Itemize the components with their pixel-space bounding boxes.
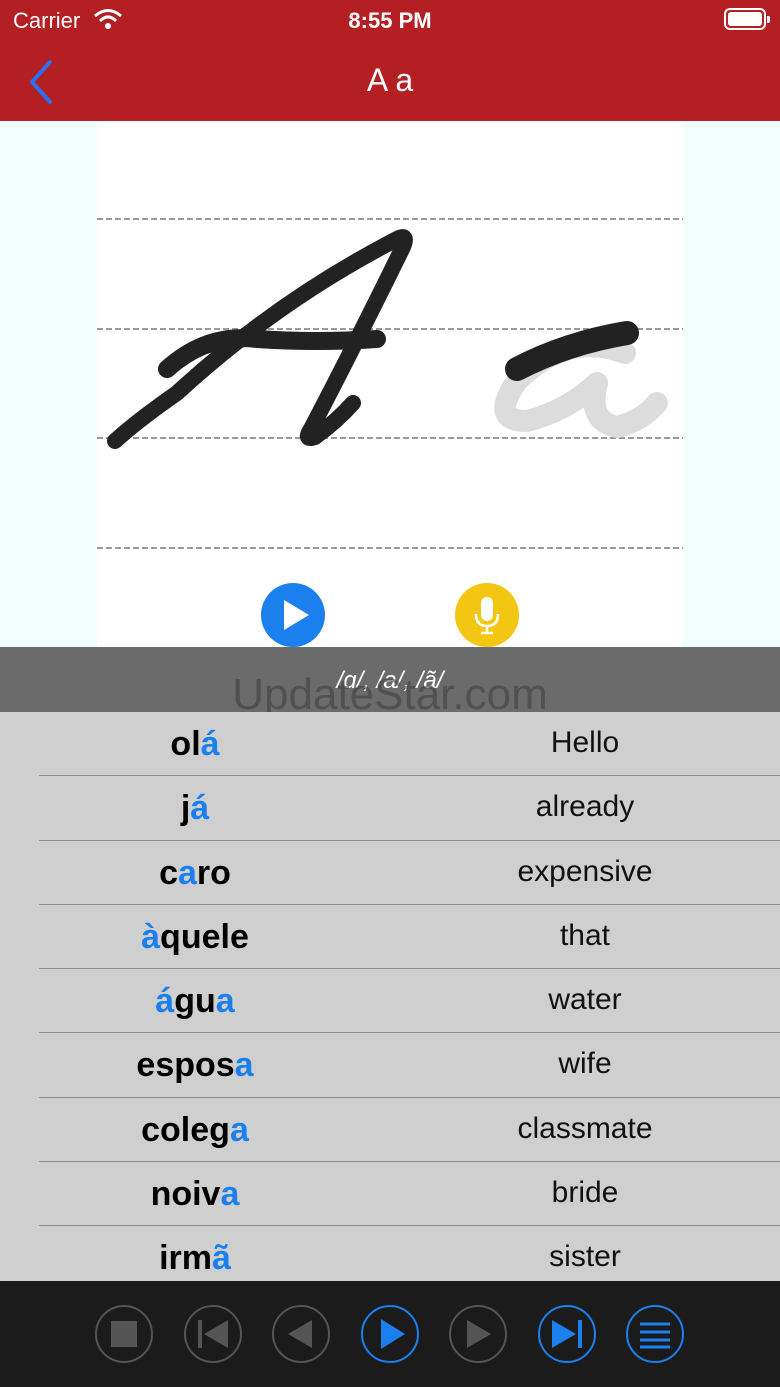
list-item[interactable]: noiva bride: [0, 1162, 780, 1227]
playback-toolbar: [0, 1281, 780, 1387]
phonetic-text: /ɑ/, /a/, /ã/: [336, 667, 444, 694]
nav-bar: A a: [0, 50, 780, 110]
rewind-icon: [288, 1320, 312, 1348]
word: colega: [141, 1110, 249, 1149]
list-item[interactable]: irmã sister: [0, 1226, 780, 1281]
header: Carrier 8:55 PM A a: [0, 0, 780, 121]
cursive-small-a-icon: [494, 321, 668, 438]
translation: wife: [558, 1047, 612, 1081]
playlist-button[interactable]: [626, 1305, 684, 1363]
list-item[interactable]: caro expensive: [0, 841, 780, 906]
word: olá: [170, 725, 220, 763]
cursive-capital-a-icon: [107, 229, 413, 449]
translation: Hello: [550, 726, 620, 759]
word: àquele: [141, 917, 249, 956]
translation: bride: [551, 1176, 619, 1210]
microphone-icon: [474, 597, 500, 635]
list-icon: [640, 1322, 670, 1349]
skip-forward-button[interactable]: [538, 1305, 596, 1363]
play-icon: [284, 600, 309, 630]
word-list: olá Hello já already caro expensive àque…: [0, 712, 780, 1281]
translation: sister: [549, 1240, 621, 1274]
phonetic-bar: /ɑ/, /a/, /ã/: [0, 647, 780, 712]
status-bar: Carrier 8:55 PM: [0, 0, 780, 40]
skip-forward-icon: [552, 1320, 582, 1348]
translation: that: [559, 918, 611, 952]
word: já: [180, 789, 210, 828]
play-toolbar-button[interactable]: [361, 1305, 419, 1363]
fast-forward-icon: [467, 1320, 491, 1348]
fast-forward-button[interactable]: [449, 1305, 507, 1363]
list-item[interactable]: já already: [0, 776, 780, 841]
clock: 8:55 PM: [348, 8, 432, 33]
page-title: A a: [366, 62, 414, 98]
list-item[interactable]: esposa wife: [0, 1033, 780, 1099]
rewind-button[interactable]: [272, 1305, 330, 1363]
skip-back-icon: [198, 1320, 228, 1348]
word: noiva: [150, 1175, 240, 1214]
translation: expensive: [517, 854, 653, 888]
translation: water: [548, 983, 622, 1017]
list-item[interactable]: colega classmate: [0, 1098, 780, 1163]
stop-button[interactable]: [95, 1305, 153, 1363]
list-item[interactable]: àquele that: [0, 905, 780, 970]
translation: classmate: [517, 1111, 653, 1145]
app: Carrier 8:55 PM A a /ɑ/, /a/, /ã/ Update…: [0, 0, 780, 1387]
play-icon: [381, 1319, 405, 1349]
list-item[interactable]: água water: [0, 969, 780, 1034]
handwriting-canvas[interactable]: [97, 121, 683, 648]
skip-back-button[interactable]: [184, 1305, 242, 1363]
word: água: [155, 982, 235, 1021]
battery-icon: [724, 8, 770, 30]
play-button[interactable]: [261, 583, 325, 647]
word: caro: [159, 853, 231, 892]
word: irmã: [159, 1239, 231, 1278]
record-button[interactable]: [455, 583, 519, 647]
stop-icon: [111, 1321, 137, 1347]
word: esposa: [136, 1046, 254, 1085]
translation: already: [535, 790, 635, 824]
list-item[interactable]: olá Hello: [0, 712, 780, 777]
